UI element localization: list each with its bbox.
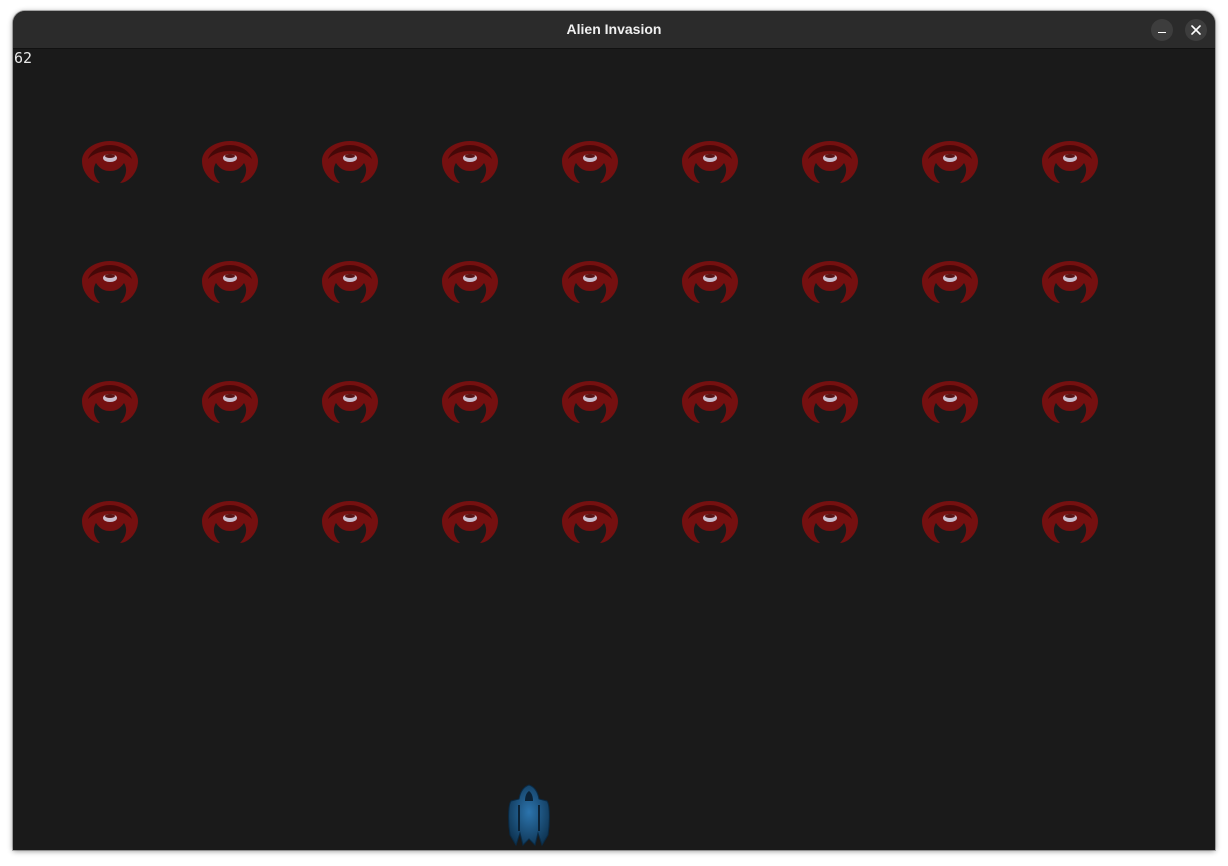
alien — [442, 501, 498, 543]
game-window: Alien Invasion 62 — [13, 11, 1215, 850]
close-button[interactable] — [1185, 19, 1207, 41]
alien — [202, 381, 258, 423]
alien — [802, 261, 858, 303]
alien — [202, 141, 258, 183]
alien — [922, 141, 978, 183]
alien — [1042, 141, 1098, 183]
alien — [682, 381, 738, 423]
minimize-icon — [1158, 32, 1166, 33]
alien — [922, 501, 978, 543]
alien — [562, 501, 618, 543]
alien — [442, 141, 498, 183]
alien — [562, 141, 618, 183]
close-icon — [1191, 25, 1201, 35]
window-title: Alien Invasion — [566, 21, 662, 37]
alien — [82, 261, 138, 303]
alien — [802, 381, 858, 423]
alien — [82, 501, 138, 543]
alien — [322, 141, 378, 183]
alien — [442, 261, 498, 303]
alien — [442, 381, 498, 423]
alien — [682, 141, 738, 183]
player-ship — [508, 784, 550, 847]
alien — [802, 501, 858, 543]
minimize-button[interactable] — [1151, 19, 1173, 41]
alien — [82, 381, 138, 423]
alien — [922, 381, 978, 423]
alien — [802, 141, 858, 183]
alien — [322, 261, 378, 303]
alien — [562, 261, 618, 303]
score-display: 62 — [14, 49, 33, 67]
alien — [322, 381, 378, 423]
alien — [1042, 261, 1098, 303]
alien — [922, 261, 978, 303]
alien — [1042, 381, 1098, 423]
alien — [202, 261, 258, 303]
game-canvas[interactable]: 62 — [13, 49, 1215, 850]
alien — [682, 501, 738, 543]
alien — [322, 501, 378, 543]
title-bar[interactable]: Alien Invasion — [13, 11, 1215, 49]
alien — [1042, 501, 1098, 543]
alien — [82, 141, 138, 183]
alien — [202, 501, 258, 543]
alien — [562, 381, 618, 423]
alien — [682, 261, 738, 303]
